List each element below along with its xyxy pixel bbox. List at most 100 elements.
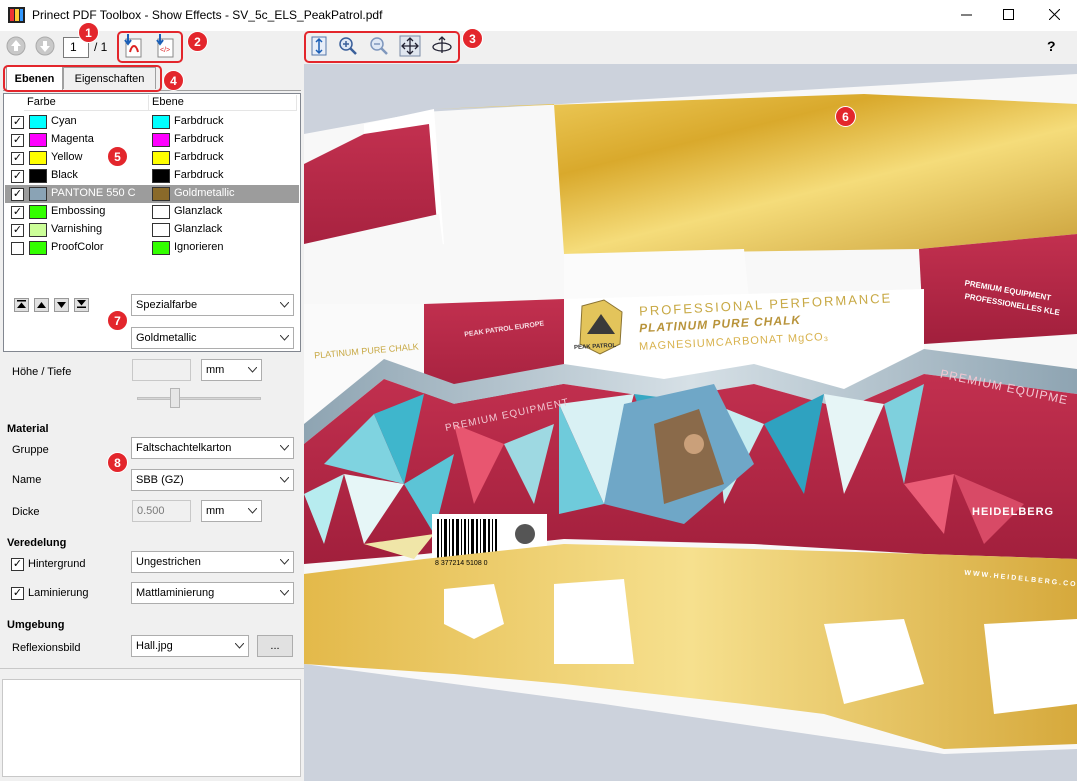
lamination-checkbox[interactable]: ✓ bbox=[11, 587, 24, 600]
browse-button[interactable]: ... bbox=[257, 635, 293, 657]
layer-name: Farbdruck bbox=[174, 133, 224, 145]
group-select[interactable]: Faltschachtelkarton bbox=[131, 437, 294, 459]
chevron-down-icon bbox=[248, 508, 257, 514]
move-top-button[interactable] bbox=[14, 298, 29, 312]
layer-visibility-checkbox[interactable]: ✓ bbox=[11, 224, 24, 237]
layer-swatch bbox=[152, 223, 170, 237]
preview-viewport[interactable]: PEAK PATROL PROFESSIONAL PERFORMANCE PLA… bbox=[304, 64, 1077, 781]
thickness-unit-value: mm bbox=[206, 505, 225, 517]
zoom-out-icon bbox=[368, 35, 390, 60]
chevron-down-icon bbox=[280, 477, 289, 483]
layer-row[interactable]: ✓ Yellow Farbdruck bbox=[5, 149, 299, 167]
arrow-up-icon bbox=[6, 36, 26, 59]
layer-name: Farbdruck bbox=[174, 151, 224, 163]
reflection-value: Hall.jpg bbox=[136, 640, 173, 652]
lamination-label: Laminierung bbox=[28, 587, 89, 599]
effect-type-value: Spezialfarbe bbox=[136, 299, 198, 311]
height-slider-track[interactable] bbox=[137, 397, 261, 400]
zoom-out-button[interactable] bbox=[367, 34, 391, 60]
layer-visibility-checkbox[interactable]: ✓ bbox=[11, 152, 24, 165]
layer-name: Glanzlack bbox=[174, 223, 223, 235]
move-down-button[interactable] bbox=[54, 298, 69, 312]
layer-row[interactable]: ✓ Varnishing Glanzlack bbox=[5, 221, 299, 239]
move-down-icon bbox=[57, 299, 66, 311]
name-select[interactable]: SBB (GZ) bbox=[131, 469, 294, 491]
window-title: Prinect PDF Toolbox - Show Effects - SV_… bbox=[32, 8, 383, 22]
rotate-3d-icon bbox=[431, 35, 453, 60]
layer-row[interactable]: ✓ PANTONE 550 C Goldmetallic bbox=[5, 185, 299, 203]
layer-visibility-checkbox[interactable]: ✓ bbox=[11, 206, 24, 219]
zoom-in-button[interactable] bbox=[336, 34, 360, 60]
color-swatch bbox=[29, 241, 47, 255]
group-label: Gruppe bbox=[12, 444, 49, 456]
color-name: Black bbox=[51, 169, 78, 181]
layer-visibility-checkbox[interactable]: ✓ bbox=[11, 170, 24, 183]
box-3d-preview bbox=[304, 64, 1077, 781]
layer-row[interactable]: ✓ Magenta Farbdruck bbox=[5, 131, 299, 149]
layer-visibility-checkbox[interactable]: ✓ bbox=[11, 116, 24, 129]
tab-eigenschaften[interactable]: Eigenschaften bbox=[63, 67, 156, 89]
open-pdf-button[interactable] bbox=[121, 33, 145, 61]
group-value: Faltschachtelkarton bbox=[136, 442, 232, 454]
material-section: Material bbox=[7, 423, 49, 435]
layer-swatch bbox=[152, 133, 170, 147]
layer-row[interactable]: ✓ Embossing Glanzlack bbox=[5, 203, 299, 221]
reflection-label: Reflexionsbild bbox=[12, 642, 81, 654]
toolbar: 1 / 1 </> ? bbox=[0, 31, 1077, 64]
effect-select[interactable]: Goldmetallic bbox=[131, 327, 294, 349]
open-xml-button[interactable]: </> bbox=[153, 33, 177, 61]
column-header-farbe[interactable]: Farbe bbox=[24, 95, 149, 111]
thickness-input[interactable]: 0.500 bbox=[132, 500, 191, 522]
chevron-down-icon bbox=[248, 367, 257, 373]
color-name: Varnishing bbox=[51, 223, 103, 235]
background-select[interactable]: Ungestrichen bbox=[131, 551, 294, 573]
color-swatch bbox=[29, 115, 47, 129]
name-label: Name bbox=[12, 474, 42, 486]
layer-name: Farbdruck bbox=[174, 169, 224, 181]
height-slider-handle[interactable] bbox=[170, 388, 180, 408]
color-name: Yellow bbox=[51, 151, 83, 163]
height-input[interactable] bbox=[132, 359, 191, 381]
background-checkbox[interactable]: ✓ bbox=[11, 558, 24, 571]
move-up-button[interactable] bbox=[34, 298, 49, 312]
box-barcode-number: 8 377214 5108 0 bbox=[435, 560, 488, 567]
callout-badge-4: 4 bbox=[163, 70, 184, 91]
layer-swatch bbox=[152, 187, 170, 201]
layer-row[interactable]: ✓ Cyan Farbdruck bbox=[5, 113, 299, 131]
maximize-icon bbox=[1002, 8, 1014, 23]
previous-page-button[interactable] bbox=[4, 34, 28, 60]
move-bottom-icon bbox=[77, 299, 86, 311]
callout-badge-2: 2 bbox=[187, 31, 208, 52]
layer-visibility-checkbox[interactable] bbox=[11, 242, 24, 255]
tab-ebenen[interactable]: Ebenen bbox=[6, 66, 63, 90]
callout-badge-6: 6 bbox=[835, 106, 856, 127]
layer-visibility-checkbox[interactable]: ✓ bbox=[11, 188, 24, 201]
column-header-ebene[interactable]: Ebene bbox=[149, 95, 297, 111]
help-button[interactable]: ? bbox=[1047, 38, 1056, 54]
color-swatch bbox=[29, 187, 47, 201]
layer-row[interactable]: ProofColor Ignorieren bbox=[5, 239, 299, 257]
layer-name: Ignorieren bbox=[174, 241, 224, 253]
move-bottom-button[interactable] bbox=[74, 298, 89, 312]
xml-import-icon: </> bbox=[154, 33, 176, 61]
minimize-button[interactable] bbox=[943, 0, 989, 31]
fit-height-icon bbox=[309, 35, 329, 60]
layer-visibility-checkbox[interactable]: ✓ bbox=[11, 134, 24, 147]
background-value: Ungestrichen bbox=[136, 556, 201, 568]
left-panel: Ebenen Eigenschaften Farbe Ebene ✓ Cyan Fa… bbox=[0, 64, 304, 781]
next-page-button[interactable] bbox=[33, 34, 57, 60]
fit-height-button[interactable] bbox=[307, 34, 331, 60]
pdf-import-icon bbox=[122, 33, 144, 61]
maximize-button[interactable] bbox=[985, 0, 1031, 31]
rotate-3d-button[interactable] bbox=[430, 34, 454, 60]
close-button[interactable] bbox=[1031, 0, 1077, 31]
title-bar: Prinect PDF Toolbox - Show Effects - SV_… bbox=[0, 0, 1077, 31]
pan-button[interactable] bbox=[398, 34, 422, 60]
reflection-select[interactable]: Hall.jpg bbox=[131, 635, 249, 657]
chevron-down-icon bbox=[280, 559, 289, 565]
effect-type-select[interactable]: Spezialfarbe bbox=[131, 294, 294, 316]
lamination-select[interactable]: Mattlaminierung bbox=[131, 582, 294, 604]
height-unit-select[interactable]: mm bbox=[201, 359, 262, 381]
thickness-unit-select[interactable]: mm bbox=[201, 500, 262, 522]
layer-row[interactable]: ✓ Black Farbdruck bbox=[5, 167, 299, 185]
